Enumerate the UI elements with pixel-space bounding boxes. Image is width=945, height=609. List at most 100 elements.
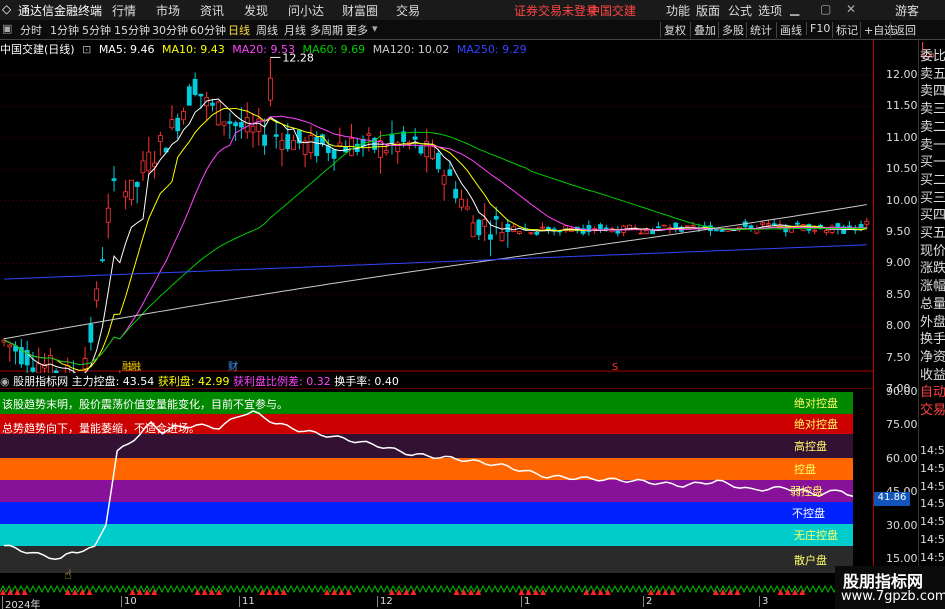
legend-ma10: MA10: 9.43 (162, 43, 225, 56)
tab-checkbox-icon[interactable]: ▣ (2, 22, 12, 35)
legend-main-control: 主力控盘: 43.54 (71, 375, 155, 388)
tab-period-60min[interactable]: 60分钟 (190, 22, 226, 38)
main-chart-legend: 中国交建(日线) ⊡ MA5: 9.46 MA10: 9.43 MA20: 9.… (0, 41, 531, 56)
tab-period-1min[interactable]: 1分钟 (50, 22, 79, 38)
candle-body (650, 229, 655, 235)
band-3 (0, 458, 853, 480)
band-label: 不控盘 (792, 507, 825, 520)
current-value-tag: 41.86 (874, 492, 910, 507)
trading-terminal-window: ◇ 通达信金融终端 行情 市场 资讯 发现 问小达 财富圈 交易 证券交易未登录… (0, 0, 945, 609)
tab-period-monthly[interactable]: 月线 (284, 22, 306, 38)
menu-markets[interactable]: 市场 (156, 2, 180, 19)
candle-body (684, 225, 690, 228)
tab-period-weekly[interactable]: 周线 (256, 22, 278, 38)
candle-body (239, 122, 244, 128)
legend-turnover: 换手率: 0.40 (334, 375, 399, 388)
candle-body (7, 344, 13, 348)
indicator-toggle-icon[interactable]: ◉ (0, 375, 10, 388)
candle-body (812, 229, 818, 232)
price-tick: 12.00 (886, 68, 918, 81)
tab-period-30min[interactable]: 30分钟 (152, 22, 188, 38)
menu-options[interactable]: 选项 (758, 2, 782, 19)
candle-body (447, 169, 453, 176)
candle-body (858, 224, 864, 231)
date-tick: 1 (521, 596, 530, 607)
candle-body (540, 226, 545, 229)
candle-body (169, 119, 175, 129)
tab-period-more[interactable]: 更多 (346, 22, 368, 38)
quote-field: 买三 (920, 190, 945, 206)
menu-layout[interactable]: 版面 (696, 2, 720, 19)
band-2 (0, 434, 853, 458)
tab-period-daily[interactable]: 日线 (228, 22, 250, 38)
candle-body (181, 111, 186, 121)
menu-news[interactable]: 资讯 (200, 2, 224, 19)
candle-body (638, 232, 644, 235)
band-7 (0, 546, 853, 573)
candle-body (366, 133, 372, 136)
event-marker: S (612, 362, 618, 373)
price-tick: 8.50 (886, 287, 911, 301)
quote-field: 卖四 (920, 84, 945, 100)
tab-period-5min[interactable]: 5分钟 (82, 22, 111, 38)
date-tick: 2024年 (2, 596, 40, 609)
minimize-icon[interactable]: ▁ (790, 2, 799, 16)
overlay-button[interactable]: 叠加 (690, 22, 719, 38)
candle-body (198, 93, 204, 97)
tab-period-15min[interactable]: 15分钟 (114, 22, 150, 38)
quote-field: 现价 (920, 243, 945, 259)
tick-time: 14:5 (920, 550, 945, 564)
candle-body (713, 229, 719, 232)
menu-market[interactable]: 行情 (112, 2, 136, 19)
candle-body (128, 179, 134, 201)
hand-cursor-icon: ☝ (64, 568, 72, 583)
menu-formula[interactable]: 公式 (728, 2, 752, 19)
legend-ma250: MA250: 9.29 (456, 43, 527, 56)
price-tick: 9.50 (886, 225, 911, 238)
maximize-icon[interactable]: ▢ (820, 2, 831, 16)
tab-period-multi[interactable]: 多周期 (310, 22, 343, 38)
band-label: 绝对控盘 (794, 397, 838, 410)
band-label: 高控盘 (794, 440, 827, 453)
stock-name: 中国交建 (588, 4, 637, 18)
trend-message: 总势趋势向下，量能萎缩，不适合进场。 (2, 422, 200, 435)
restore-rights-button[interactable]: 复权 (660, 22, 689, 38)
mark-button[interactable]: 标记 (832, 22, 861, 38)
candle-body (88, 323, 94, 343)
menu-ask[interactable]: 问小达 (288, 2, 324, 19)
candle-body (134, 182, 140, 187)
app-title: 通达信金融终端 (18, 4, 103, 18)
menu-discover[interactable]: 发现 (244, 2, 268, 19)
chart-expand-icon[interactable]: ⊡ (82, 43, 91, 56)
back-button[interactable]: 返回 (890, 22, 919, 38)
tab-period-timeshare[interactable]: 分时 (20, 22, 42, 38)
ma5-line (3, 98, 867, 373)
candlestick-chart[interactable]: 12.287.07融融财S (0, 40, 873, 373)
indicator-tick: 75.00 (886, 418, 918, 432)
guest-user[interactable]: 游客 (895, 2, 919, 19)
watermark-url: www.7gpzb.com (841, 589, 945, 604)
candle-body (279, 140, 285, 151)
login-status[interactable]: 证券交易未登录 (514, 2, 598, 19)
chevron-down-icon[interactable]: ▾ (372, 22, 378, 35)
menu-trade[interactable]: 交易 (396, 2, 420, 19)
menu-wealth[interactable]: 财富圈 (342, 2, 378, 19)
f10-button[interactable]: F10 (806, 22, 833, 35)
candle-body (285, 134, 291, 150)
candle-body (412, 136, 418, 140)
trend-message: 该股趋势末明，股价震荡价值变量能变化，目前不宜参与。 (2, 398, 288, 411)
multi-stock-button[interactable]: 多股 (718, 22, 747, 38)
date-axis: 2024年 10 11 12 1 2 3 (0, 596, 873, 609)
statistics-button[interactable]: 统计 (746, 22, 775, 38)
app-logo-icon: ◇ (2, 2, 12, 16)
candle-body (221, 121, 227, 126)
candle-body (146, 151, 152, 172)
candle-body (690, 225, 696, 228)
candle-body (464, 206, 470, 210)
candle-body (719, 230, 725, 232)
menu-function[interactable]: 功能 (666, 2, 690, 19)
draw-line-button[interactable]: 画线 (776, 22, 805, 38)
band-5 (0, 502, 853, 524)
close-icon[interactable]: ✕ (846, 2, 856, 16)
band-label: 绝对控盘 (794, 418, 838, 431)
